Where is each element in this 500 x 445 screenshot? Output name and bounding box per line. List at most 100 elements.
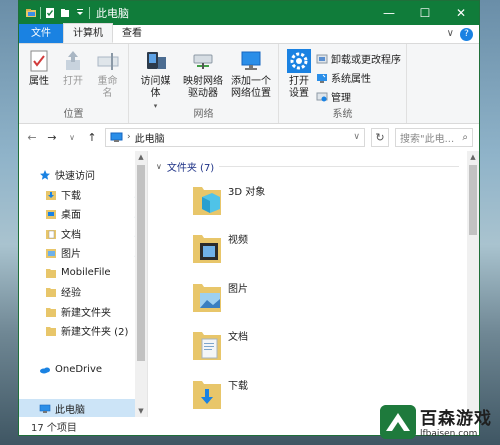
sidebar-item-8[interactable]: 新建文件夹 (2) — [19, 321, 147, 341]
sidebar-item-1[interactable]: 下载📌 — [19, 185, 147, 205]
folder-item-videos[interactable]: 视频 — [192, 229, 392, 269]
sidebar-item-3[interactable]: 文档📌 — [19, 224, 147, 244]
manage-button[interactable]: 管理 — [316, 88, 401, 105]
minimize-button[interactable]: — — [371, 1, 407, 25]
content-pane-scrollbar[interactable]: ▲ — [467, 151, 479, 417]
folder-item-documents[interactable]: 文档 — [192, 326, 392, 366]
path-chevron-icon[interactable]: › — [127, 132, 131, 142]
tab-file[interactable]: 文件 — [19, 24, 63, 43]
add-network-location-label: 添加一个 网络位置 — [231, 76, 271, 99]
computer-icon — [110, 132, 123, 142]
close-button[interactable]: ✕ — [443, 1, 479, 25]
sidebar-item-0[interactable]: 快速访问 — [19, 165, 147, 185]
open-label: 打开 — [63, 76, 83, 87]
folder-icon — [45, 267, 57, 278]
uninstall-programs-label: 卸载或更改程序 — [331, 55, 401, 66]
group-label-system: 系统 — [332, 109, 353, 120]
file-explorer-window: 此电脑 — ☐ ✕ 文件 计算机 查看 ∨ ? 属性 打开 重命名 位置 访问媒… — [18, 0, 480, 436]
search-icon: ⌕ — [462, 131, 468, 143]
up-arrow-icon[interactable]: ↑ — [85, 131, 99, 144]
sidebar-item-6[interactable]: 经验 — [19, 282, 147, 302]
scroll-up-icon[interactable]: ▲ — [467, 151, 479, 163]
manage-icon — [316, 92, 328, 101]
ribbon-tab-controls: ∨ ? — [447, 28, 473, 41]
site-watermark: 百森游戏 lfbaisen.com — [380, 404, 492, 439]
sidebar-item-5[interactable]: MobileFile — [19, 263, 147, 283]
item-count: 17 个项目 — [31, 422, 77, 434]
sidebar-item-12[interactable]: 此电脑 — [19, 399, 147, 417]
navigation-pane: 快速访问下载📌桌面📌文档📌图片📌 MobileFile 经验新建文件夹新建文件夹 (… — [19, 151, 147, 417]
downloads-folder-icon — [193, 381, 221, 409]
ribbon-group-system: 打开 设置 卸载或更改程序 系统属性 管理 系统 — [279, 44, 407, 123]
chevron-down-icon: ∨ — [156, 162, 162, 171]
folder-icon — [45, 286, 57, 298]
system-properties-button[interactable]: 系统属性 — [316, 69, 401, 86]
sidebar-item-label: 此电脑 — [55, 405, 85, 417]
search-box[interactable]: 搜索"此电... ⌕ — [395, 127, 473, 147]
dropdown-icon[interactable] — [74, 7, 86, 19]
section-divider — [219, 166, 459, 167]
folder-label: 图片 — [228, 284, 248, 295]
open-icon — [66, 51, 80, 70]
scrollbar-thumb[interactable] — [469, 165, 477, 235]
media-icon — [146, 52, 166, 69]
sidebar-item-label: 下载 — [61, 190, 81, 202]
toolbar-divider — [40, 7, 41, 19]
sidebar-item-label: MobileFile — [61, 266, 111, 278]
content-pane: ∨ 文件夹 (7) 3D 对象 视频 图片 文档 下载 ▲ — [147, 151, 479, 417]
properties-icon — [30, 50, 48, 72]
sidebar-item-label: 新建文件夹 — [61, 307, 111, 319]
recent-locations-chevron-icon[interactable]: ∨ — [65, 133, 79, 142]
tab-computer[interactable]: 计算机 — [63, 23, 113, 43]
pictures-folder-icon — [45, 247, 57, 259]
section-title: 文件夹 (7) — [166, 163, 215, 174]
map-network-drive-label: 映射网络 驱动器 — [183, 76, 223, 99]
navigation-bar: ← → ∨ ↑ › 此电脑 ∨ ↻ 搜索"此电... ⌕ — [19, 124, 479, 150]
scroll-up-icon[interactable]: ▲ — [135, 151, 147, 163]
folder-icon — [45, 325, 57, 337]
refresh-button[interactable]: ↻ — [371, 127, 389, 147]
scrollbar-thumb[interactable] — [137, 165, 145, 361]
forward-arrow-icon[interactable]: → — [45, 131, 59, 144]
main-area: 快速访问下载📌桌面📌文档📌图片📌 MobileFile 经验新建文件夹新建文件夹 (… — [19, 151, 479, 417]
sidebar-item-4[interactable]: 图片📌 — [19, 243, 147, 263]
sidebar-item-7[interactable]: 新建文件夹 — [19, 302, 147, 322]
folder-icon — [45, 306, 57, 317]
sidebar-item-label: 桌面 — [61, 210, 81, 222]
navigation-pane-scrollbar[interactable]: ▲ ▼ — [135, 151, 147, 417]
title-bar: 此电脑 — ☐ ✕ — [19, 1, 479, 25]
help-button[interactable]: ? — [460, 28, 473, 41]
gear-icon — [287, 49, 311, 73]
sidebar-item-label: OneDrive — [55, 364, 103, 376]
documents-folder-icon — [193, 332, 221, 360]
address-dropdown-icon[interactable]: ∨ — [353, 132, 360, 142]
maximize-button[interactable]: ☐ — [407, 1, 443, 25]
folder-label: 文档 — [228, 332, 248, 343]
tab-view[interactable]: 查看 — [113, 24, 151, 43]
folder-item-downloads[interactable]: 下载 — [192, 375, 392, 415]
system-properties-label: 系统属性 — [331, 74, 371, 85]
watermark-title: 百森游戏 — [420, 409, 492, 429]
ribbon: 属性 打开 重命名 位置 访问媒体 ▾ 映射网络 驱动器 添加一个 网络位置 网… — [19, 44, 479, 124]
new-folder-icon[interactable] — [59, 7, 71, 19]
folders-section-header[interactable]: ∨ 文件夹 (7) — [156, 159, 459, 174]
collapse-ribbon-button[interactable]: ∨ — [447, 28, 454, 41]
quick-access-toolbar — [25, 7, 90, 19]
folder-label: 视频 — [228, 235, 248, 246]
properties-icon[interactable] — [44, 7, 56, 19]
folder-item-3d-objects[interactable]: 3D 对象 — [192, 181, 392, 221]
system-properties-icon — [317, 73, 327, 83]
rename-label: 重命名 — [97, 76, 118, 99]
scroll-down-icon[interactable]: ▼ — [135, 405, 147, 417]
uninstall-programs-button[interactable]: 卸载或更改程序 — [316, 50, 401, 67]
sidebar-item-10[interactable]: OneDrive — [19, 360, 147, 380]
sidebar-item-2[interactable]: 桌面📌 — [19, 204, 147, 224]
back-arrow-icon[interactable]: ← — [25, 131, 39, 144]
sidebar-item-label: 快速访问 — [55, 171, 95, 183]
explorer-app-icon[interactable] — [25, 7, 37, 19]
uninstall-icon — [316, 54, 328, 63]
address-box[interactable]: › 此电脑 ∨ — [105, 127, 365, 147]
folder-item-pictures[interactable]: 图片 — [192, 278, 392, 318]
3d-objects-folder-icon — [193, 187, 221, 215]
